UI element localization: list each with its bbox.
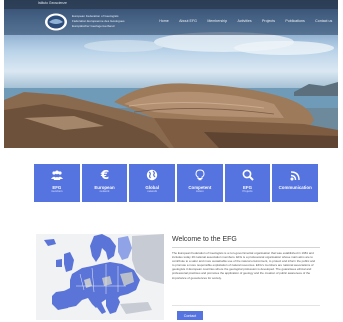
europe-map-graphic [44,234,164,314]
nav-membership[interactable]: Membership [202,19,232,23]
page: Istituto Geoscienze European Federation … [0,0,343,322]
org-name-line-1: European Federation of Geologists [72,14,119,18]
welcome-body: The European Federation of Geologists is… [172,251,316,280]
tile-efg-projects[interactable]: EFG Projects [224,164,271,202]
svg-text:€: € [99,169,108,181]
contact-button[interactable]: Contact [177,311,203,320]
tile-efg-members[interactable]: EFG members [34,164,80,202]
nav-contact[interactable]: Contact us [310,19,338,23]
lightbulb-icon [194,169,206,181]
feature-tiles: EFG members € European network Global ne… [34,164,319,202]
divider [172,305,320,306]
top-bar: Istituto Geoscienze [4,0,338,9]
welcome-title: Welcome to the EFG [172,236,237,243]
globe-icon [146,169,158,181]
euro-icon: € [99,169,111,181]
tile-sub: network [99,189,110,193]
tile-sub: Projects [242,189,253,193]
tile-sub: Action [195,189,204,193]
hero-banner: Istituto Geoscienze European Federation … [4,0,338,148]
nav-home[interactable]: Home [154,19,174,23]
rss-icon [289,169,301,181]
search-icon [242,169,254,181]
tile-global-network[interactable]: Global network [129,164,176,202]
tile-sub: members [51,189,63,193]
tile-communication[interactable]: Communication [272,164,319,202]
nav-about[interactable]: About EFG [174,19,202,23]
europe-member-map[interactable] [36,234,164,320]
tile-european-network[interactable]: € European network [81,164,128,202]
efg-logo[interactable] [44,12,68,32]
main-nav: Home About EFG Membership Activities Pro… [154,19,338,23]
contact-button-label: Contact [183,313,197,318]
divider [172,247,320,248]
tile-label: Communication [278,185,312,190]
nav-projects[interactable]: Projects [257,19,280,23]
org-name-line-3: Europäischer Geologenverband [72,24,115,28]
org-name-line-2: Fédération Européenne des Géologues [72,19,125,23]
tile-competent-action[interactable]: Competent Action [177,164,223,202]
people-icon [50,169,63,181]
nav-publications[interactable]: Publications [280,19,310,23]
top-bar-text: Istituto Geoscienze [38,1,67,5]
tile-sub: network [147,189,158,193]
nav-activities[interactable]: Activities [232,19,257,23]
